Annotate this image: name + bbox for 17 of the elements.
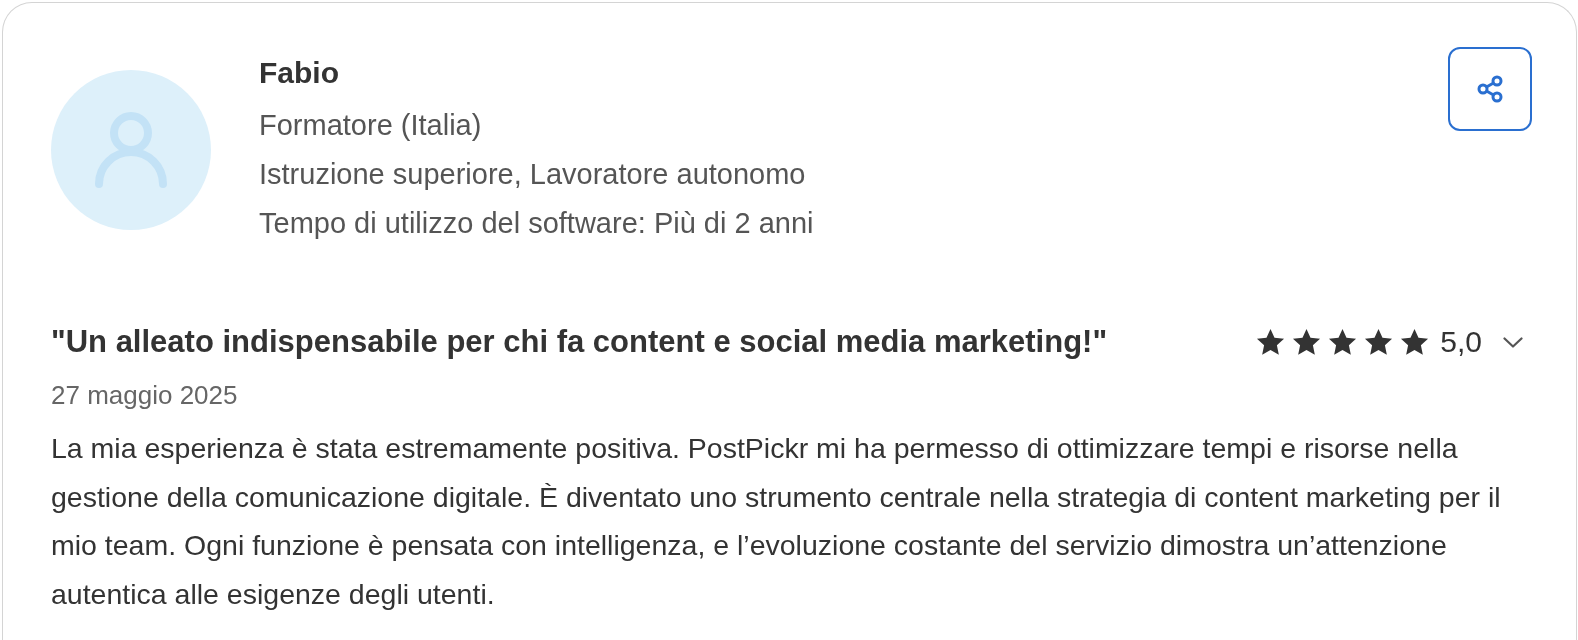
reviewer-name: Fabio — [259, 55, 340, 91]
review-title: "Un alleato indispensabile per chi fa content e social media marketing!" — [51, 323, 1108, 361]
reviewer-role: Formatore (Italia) — [259, 108, 483, 143]
share-icon — [1477, 75, 1503, 103]
star-filled-icon — [1256, 328, 1286, 356]
star-filled-icon — [1292, 328, 1322, 356]
review-text: La mia esperienza è stata estremamente positiva. PostPickr mi ha permesso di ottimizzare tempi e risorse nella gestione della comunicazione digitale. È diventato uno strumento centrale nella strategia di content marketing per il mio team. Ogni funzione è pensata con intelligenza, e l’evoluzione costante del servizio dimostra un’attenzione autentica alle esigenze degli utenti. — [51, 431, 1502, 612]
avatar-icon — [51, 70, 211, 230]
star-filled-icon — [1400, 328, 1430, 356]
reviewer-details: Istruzione superiore, Lavoratore autonomo — [259, 157, 807, 192]
share-button[interactable] — [1448, 47, 1532, 131]
review-date: 27 maggio 2025 — [51, 380, 239, 410]
software-usage-time: Tempo di utilizzo del software: Più di 2 anni — [259, 206, 814, 241]
chevron-down-icon — [1503, 336, 1523, 348]
star-filled-icon — [1364, 328, 1394, 356]
star-filled-icon — [1328, 328, 1358, 356]
rating-value: 5,0 — [1440, 324, 1482, 360]
